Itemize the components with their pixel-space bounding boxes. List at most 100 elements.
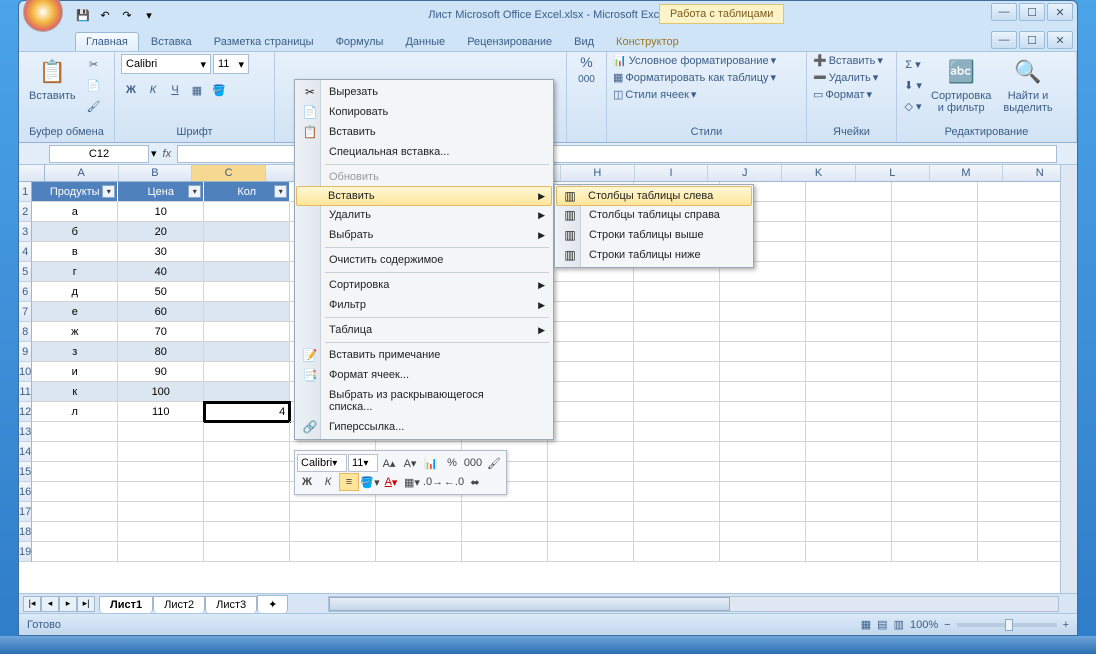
cell[interactable] [978, 442, 1064, 462]
cell[interactable] [548, 382, 634, 402]
sheet-nav-next[interactable]: ▸ [59, 596, 77, 612]
cell[interactable] [892, 362, 978, 382]
mini-border-icon[interactable]: ▦▾ [402, 473, 422, 491]
cell[interactable] [720, 362, 806, 382]
tab-view[interactable]: Вид [564, 33, 604, 51]
context-menu-item[interactable]: Вставить▶ [296, 186, 552, 206]
column-header[interactable]: I [635, 165, 709, 181]
view-normal-icon[interactable]: ▦ [861, 618, 871, 631]
cell[interactable] [548, 422, 634, 442]
row-header[interactable]: 6 [19, 282, 32, 302]
mini-font-color-icon[interactable]: A▾ [381, 473, 401, 491]
cell[interactable] [806, 422, 892, 442]
select-all[interactable] [19, 165, 45, 181]
mini-thousands-icon[interactable]: 000 [463, 454, 483, 472]
cell[interactable] [204, 502, 290, 522]
cell[interactable] [806, 442, 892, 462]
cell[interactable] [806, 322, 892, 342]
font-name-combo[interactable]: Calibri▾ [121, 54, 211, 74]
context-menu-item[interactable]: Выбрать▶ [297, 225, 551, 245]
mini-font-combo[interactable]: Calibri ▾ [297, 454, 347, 472]
minimize-button[interactable]: — [991, 3, 1017, 21]
cell[interactable]: Цена▾ [118, 182, 204, 202]
cell[interactable]: г [32, 262, 118, 282]
cell[interactable]: 40 [118, 262, 204, 282]
cell[interactable] [978, 542, 1064, 562]
cell[interactable] [548, 462, 634, 482]
cell[interactable]: 30 [118, 242, 204, 262]
cell[interactable] [892, 502, 978, 522]
cell[interactable] [978, 422, 1064, 442]
cell[interactable]: л [32, 402, 118, 422]
cell[interactable] [634, 522, 720, 542]
cell[interactable] [634, 462, 720, 482]
submenu-item[interactable]: ▥Строки таблицы выше [557, 225, 751, 245]
cell[interactable] [892, 182, 978, 202]
context-menu-item[interactable]: Сортировка▶ [297, 275, 551, 295]
row-header[interactable]: 8 [19, 322, 32, 342]
cell[interactable] [32, 442, 118, 462]
mini-bold-button[interactable]: Ж [297, 473, 317, 491]
cell[interactable] [204, 202, 290, 222]
cell[interactable] [204, 442, 290, 462]
cell[interactable] [548, 502, 634, 522]
cell[interactable] [290, 542, 376, 562]
italic-button[interactable]: К [143, 80, 163, 100]
cell[interactable] [720, 442, 806, 462]
cell[interactable] [204, 262, 290, 282]
fill-color-button[interactable]: 🪣 [209, 80, 229, 100]
tab-insert[interactable]: Вставка [141, 33, 202, 51]
row-header[interactable]: 5 [19, 262, 32, 282]
cell[interactable] [892, 322, 978, 342]
cell[interactable] [204, 462, 290, 482]
cell[interactable] [720, 422, 806, 442]
cell[interactable]: д [32, 282, 118, 302]
cell[interactable] [720, 402, 806, 422]
cell[interactable] [978, 382, 1064, 402]
maximize-button[interactable]: ☐ [1019, 3, 1045, 21]
cell[interactable] [548, 542, 634, 562]
cell[interactable] [892, 282, 978, 302]
format-painter-icon[interactable]: 🖌 [84, 96, 104, 116]
context-menu-item[interactable]: Обновить [297, 167, 551, 187]
cell[interactable] [376, 522, 462, 542]
cell[interactable] [548, 342, 634, 362]
cell[interactable] [462, 502, 548, 522]
cell[interactable] [204, 382, 290, 402]
cell[interactable]: 4 [204, 402, 290, 422]
cell[interactable] [978, 202, 1064, 222]
mini-merge-icon[interactable]: ⬌ [465, 473, 485, 491]
cell[interactable] [634, 502, 720, 522]
conditional-formatting-button[interactable]: 📊 Условное форматирование ▾ [613, 54, 776, 67]
cell[interactable] [720, 502, 806, 522]
filter-dropdown-icon[interactable]: ▾ [188, 185, 201, 198]
cell[interactable] [892, 482, 978, 502]
cell[interactable] [720, 322, 806, 342]
cell-styles-button[interactable]: ◫ Стили ячеек ▾ [613, 88, 696, 101]
mini-styles-icon[interactable]: 📊 [421, 454, 441, 472]
cell[interactable] [720, 482, 806, 502]
cell[interactable] [634, 322, 720, 342]
cell[interactable] [720, 522, 806, 542]
cell[interactable] [978, 282, 1064, 302]
cell[interactable] [204, 422, 290, 442]
thousands-icon[interactable]: 000 [578, 74, 595, 85]
cell[interactable] [204, 222, 290, 242]
view-pagebreak-icon[interactable]: ▥ [894, 618, 904, 631]
mini-center-button[interactable]: ≡ [339, 473, 359, 491]
submenu-item[interactable]: ▥Строки таблицы ниже [557, 245, 751, 265]
row-header[interactable]: 1 [19, 182, 32, 202]
cell[interactable] [892, 222, 978, 242]
context-menu-item[interactable]: 📋Вставить [297, 122, 551, 142]
cell[interactable] [204, 342, 290, 362]
cell[interactable] [290, 502, 376, 522]
column-header[interactable]: L [856, 165, 930, 181]
cell[interactable] [892, 542, 978, 562]
name-box[interactable]: C12 [49, 145, 149, 163]
context-menu-item[interactable]: 🔗Гиперссылка... [297, 417, 551, 437]
row-header[interactable]: 19 [19, 542, 32, 562]
row-header[interactable]: 18 [19, 522, 32, 542]
cell[interactable] [720, 382, 806, 402]
column-header[interactable]: C [192, 165, 266, 181]
cell[interactable] [806, 402, 892, 422]
